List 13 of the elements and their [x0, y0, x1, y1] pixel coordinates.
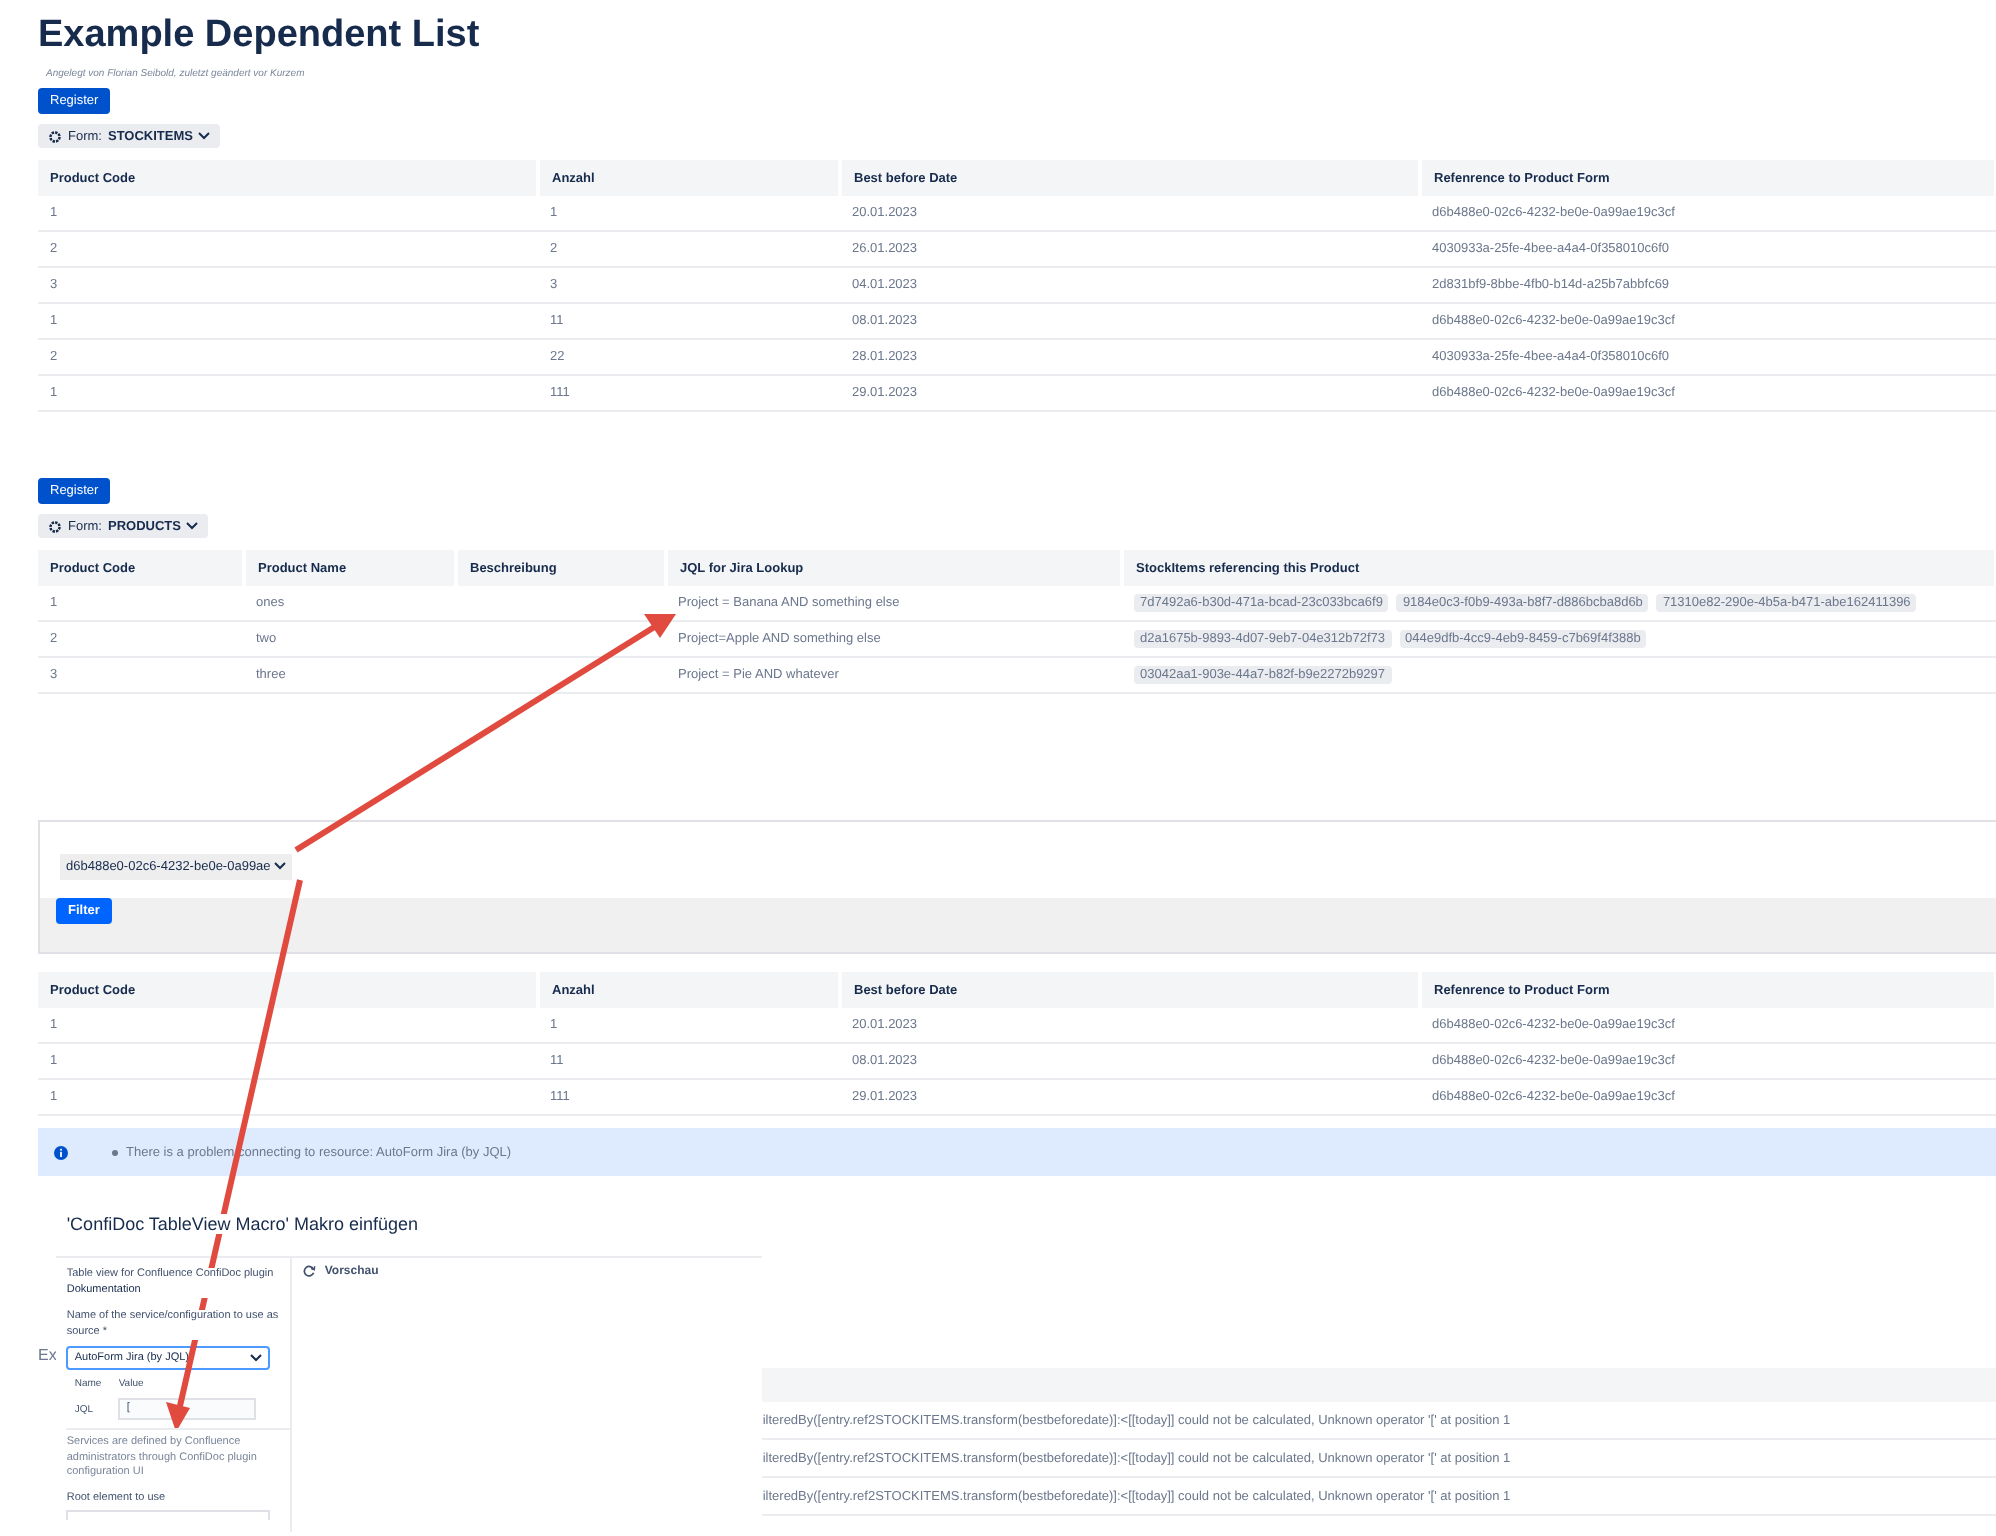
- caret-icon: [274, 862, 287, 870]
- bullet-icon: [112, 1149, 118, 1155]
- gear-icon: [48, 129, 62, 143]
- refresh-icon: [302, 1264, 317, 1278]
- root-element-field[interactable]: [66, 1510, 271, 1520]
- background-heading: Ex: [38, 1346, 57, 1364]
- caret-icon: [186, 522, 199, 530]
- dialog-title: 'ConfiDoc TableView Macro' Makro einfügen: [66, 1214, 419, 1234]
- caret-icon: [250, 1354, 263, 1362]
- caret-icon: [198, 132, 211, 140]
- page-title: Example Dependent List: [38, 14, 482, 58]
- info-icon: [54, 1145, 68, 1159]
- gear-icon: [48, 519, 62, 533]
